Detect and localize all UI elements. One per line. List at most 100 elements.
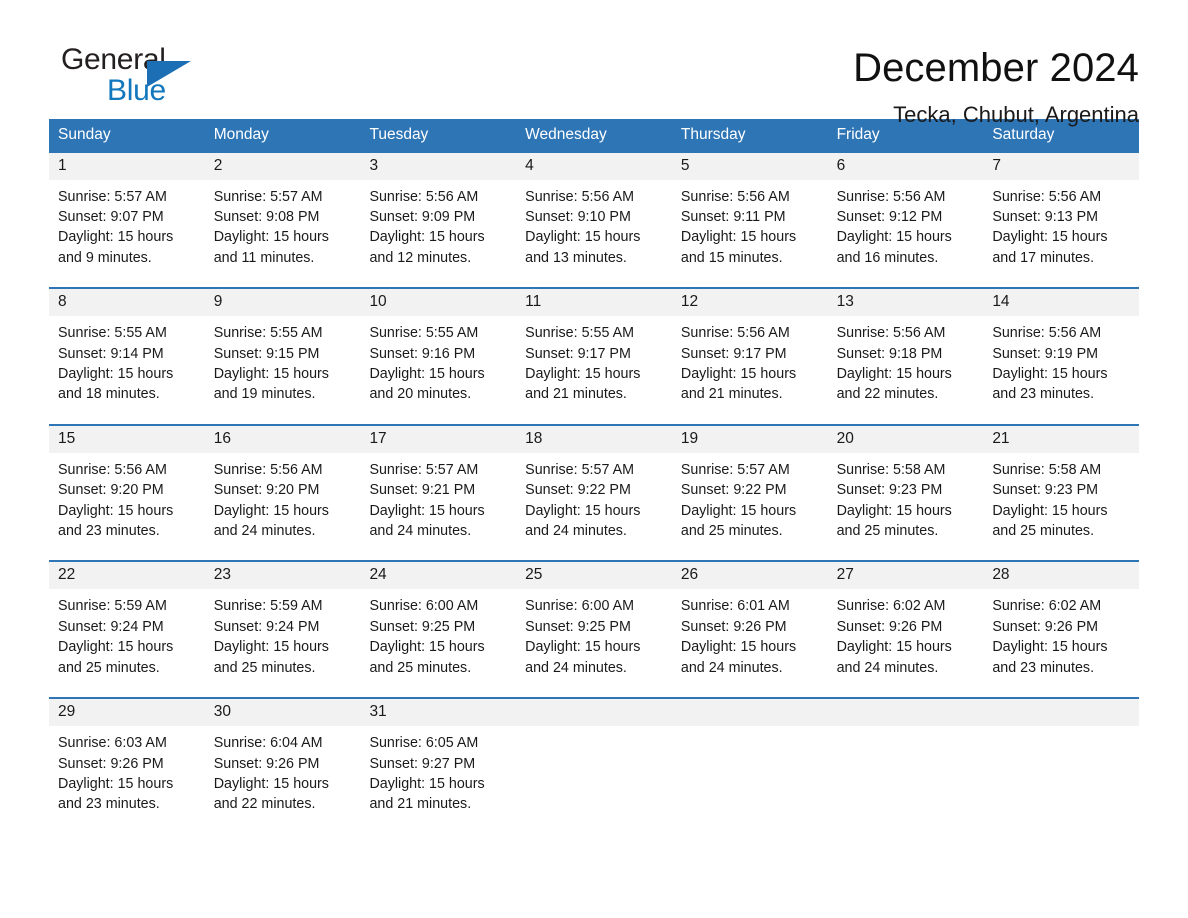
- day-of-week-header: Monday: [213, 126, 269, 143]
- sunrise-text: Sunrise: 6:04 AM: [213, 735, 323, 752]
- sunrise-text: Sunrise: 5:56 AM: [836, 325, 946, 342]
- daylight-line1-text: Daylight: 15 hours: [58, 366, 174, 383]
- daylight-line2-text: and 25 minutes.: [369, 659, 472, 676]
- sunset-text: Sunset: 9:14 PM: [58, 345, 164, 362]
- daylight-line1-text: Daylight: 15 hours: [680, 502, 797, 519]
- sunrise-text: Sunrise: 5:58 AM: [836, 461, 946, 478]
- day-number[interactable]: 20: [828, 426, 984, 453]
- day-number[interactable]: 10: [360, 289, 516, 316]
- daylight-line1-text: Daylight: 15 hours: [58, 502, 174, 519]
- sunset-text: Sunset: 9:24 PM: [58, 618, 164, 635]
- sunset-text: Sunset: 9:11 PM: [680, 209, 786, 225]
- day-number-empty: [672, 699, 828, 726]
- day-number[interactable]: 2: [205, 153, 361, 180]
- sunrise-text: Sunrise: 6:01 AM: [680, 598, 790, 615]
- day-cell: Sunrise: 6:00 AM Sunset: 9:25 PM Daylight:…: [360, 589, 516, 678]
- daylight-line2-text: and 25 minutes.: [58, 659, 160, 676]
- day-number[interactable]: 3: [360, 153, 516, 180]
- sunrise-text: Sunrise: 5:55 AM: [525, 325, 635, 342]
- sunset-text: Sunset: 9:09 PM: [369, 209, 476, 225]
- daylight-line2-text: and 24 minutes.: [525, 523, 627, 540]
- daylight-line2-text: and 25 minutes.: [680, 523, 783, 540]
- sunrise-text: Sunrise: 5:56 AM: [836, 188, 946, 205]
- daylight-line1-text: Daylight: 15 hours: [836, 229, 952, 246]
- sunset-text: Sunset: 9:07 PM: [58, 209, 164, 225]
- logo-triangle-icon: [147, 61, 191, 87]
- day-of-week-header: Wednesday: [525, 126, 607, 143]
- day-number[interactable]: 27: [828, 562, 984, 589]
- day-cell: Sunrise: 5:56 AM Sunset: 9:12 PM Daylight:…: [828, 180, 984, 269]
- sunrise-text: Sunrise: 5:56 AM: [680, 325, 790, 342]
- daylight-line2-text: and 23 minutes.: [58, 523, 160, 540]
- day-number[interactable]: 19: [672, 426, 828, 453]
- day-number[interactable]: 14: [983, 289, 1139, 316]
- daylight-line1-text: Daylight: 15 hours: [992, 639, 1108, 656]
- day-cell: Sunrise: 5:56 AM Sunset: 9:20 PM Daylight:…: [49, 453, 205, 542]
- day-number[interactable]: 5: [672, 153, 828, 180]
- day-number[interactable]: 23: [205, 562, 361, 589]
- calendar-weeks: 1 2 3 4 5 6 7 Sunrise: 5:57 AM Sunset: 9:07 PM Da…: [49, 152, 1139, 815]
- day-cell: Sunrise: 5:57 AM Sunset: 9:22 PM Daylight:…: [672, 453, 828, 542]
- sunset-text: Sunset: 9:10 PM: [525, 209, 631, 225]
- daylight-line1-text: Daylight: 15 hours: [836, 366, 952, 383]
- day-cell: Sunrise: 6:00 AM Sunset: 9:25 PM Daylight:…: [516, 589, 672, 678]
- day-cell: Sunrise: 6:05 AM Sunset: 9:27 PM Daylight:…: [360, 726, 516, 815]
- day-number[interactable]: 6: [828, 153, 984, 180]
- day-cell: Sunrise: 5:55 AM Sunset: 9:17 PM Daylight:…: [516, 316, 672, 405]
- day-number[interactable]: 13: [828, 289, 984, 316]
- day-cell-empty: [672, 726, 828, 815]
- sunset-text: Sunset: 9:22 PM: [525, 482, 631, 499]
- day-number[interactable]: 17: [360, 426, 516, 453]
- day-number[interactable]: 29: [49, 699, 205, 726]
- sunrise-text: Sunrise: 5:56 AM: [680, 188, 790, 205]
- day-number[interactable]: 28: [983, 562, 1139, 589]
- daylight-line2-text: and 24 minutes.: [369, 523, 472, 540]
- daylight-line1-text: Daylight: 15 hours: [213, 639, 329, 656]
- daylight-line2-text: and 9 minutes.: [58, 249, 152, 266]
- daylight-line2-text: and 13 minutes.: [525, 249, 627, 266]
- day-number[interactable]: 7: [983, 153, 1139, 180]
- day-number[interactable]: 26: [672, 562, 828, 589]
- day-cell: Sunrise: 5:55 AM Sunset: 9:16 PM Daylight:…: [360, 316, 516, 405]
- page-header: General Blue December 2024 Tecka, Chubut…: [49, 0, 1139, 127]
- day-cell: Sunrise: 5:58 AM Sunset: 9:23 PM Daylight:…: [983, 453, 1139, 542]
- day-number-empty: [983, 699, 1139, 726]
- day-of-week-header: Saturday: [992, 126, 1055, 143]
- day-number[interactable]: 18: [516, 426, 672, 453]
- sunset-text: Sunset: 9:26 PM: [213, 755, 320, 772]
- day-number[interactable]: 1: [49, 153, 205, 180]
- sunrise-text: Sunrise: 5:57 AM: [58, 188, 167, 205]
- day-number[interactable]: 9: [205, 289, 361, 316]
- day-number[interactable]: 22: [49, 562, 205, 589]
- day-number[interactable]: 21: [983, 426, 1139, 453]
- sunset-text: Sunset: 9:26 PM: [680, 618, 787, 635]
- daylight-line2-text: and 19 minutes.: [213, 386, 316, 403]
- day-cell: Sunrise: 5:56 AM Sunset: 9:20 PM Daylight:…: [205, 453, 361, 542]
- sunset-text: Sunset: 9:22 PM: [680, 482, 787, 499]
- daylight-line1-text: Daylight: 15 hours: [525, 502, 641, 519]
- sunrise-text: Sunrise: 5:57 AM: [213, 188, 323, 205]
- day-number[interactable]: 30: [205, 699, 361, 726]
- day-number[interactable]: 11: [516, 289, 672, 316]
- daylight-line1-text: Daylight: 15 hours: [58, 775, 174, 792]
- daylight-line2-text: and 25 minutes.: [992, 523, 1095, 540]
- calendar-week-row: 15 16 17 18 19 20 21 Sunrise: 5:56 AM Sunset: 9:…: [49, 423, 1139, 561]
- day-info-row: Sunrise: 6:03 AM Sunset: 9:26 PM Daylight:…: [49, 726, 1139, 815]
- day-cell-empty: [983, 726, 1139, 815]
- day-number[interactable]: 25: [516, 562, 672, 589]
- sunset-text: Sunset: 9:21 PM: [369, 482, 476, 499]
- day-cell: Sunrise: 5:56 AM Sunset: 9:13 PM Daylight:…: [983, 180, 1139, 269]
- logo[interactable]: General Blue: [49, 45, 249, 117]
- day-number[interactable]: 31: [360, 699, 516, 726]
- sunrise-text: Sunrise: 6:05 AM: [369, 735, 479, 752]
- day-number[interactable]: 24: [360, 562, 516, 589]
- day-number[interactable]: 12: [672, 289, 828, 316]
- day-number[interactable]: 8: [49, 289, 205, 316]
- week-spacer: [49, 678, 1139, 697]
- day-info-row: Sunrise: 5:57 AM Sunset: 9:07 PM Daylight:…: [49, 180, 1139, 269]
- day-number[interactable]: 15: [49, 426, 205, 453]
- sunrise-text: Sunrise: 5:56 AM: [58, 461, 167, 478]
- daylight-line1-text: Daylight: 15 hours: [992, 502, 1108, 519]
- day-number[interactable]: 4: [516, 153, 672, 180]
- day-number[interactable]: 16: [205, 426, 361, 453]
